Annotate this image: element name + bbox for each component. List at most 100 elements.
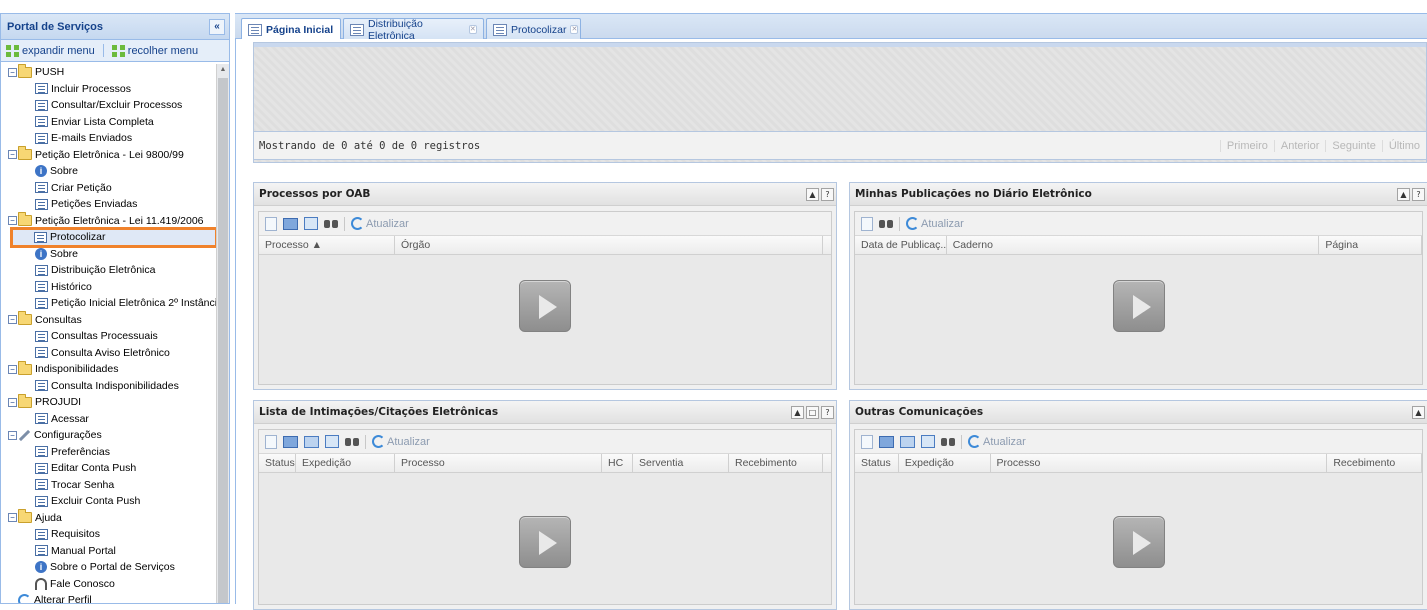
menu-item[interactable]: Petições Enviadas [1, 196, 216, 213]
notes-icon[interactable] [921, 435, 935, 448]
collapse-toggle-icon[interactable]: − [8, 67, 17, 77]
binoculars-icon[interactable] [879, 218, 893, 230]
pager-first-button[interactable]: Primeiro [1219, 139, 1274, 152]
menu-item[interactable]: Petição Inicial Eletrônica 2º Instância [1, 295, 216, 312]
scrollbar-thumb[interactable] [218, 78, 228, 603]
book-icon[interactable] [283, 435, 298, 448]
view-icon[interactable] [861, 216, 873, 231]
column-caderno[interactable]: Caderno [947, 236, 1320, 254]
view-icon[interactable] [265, 434, 277, 449]
mail-icon[interactable] [304, 435, 319, 448]
column-hc[interactable]: HC [602, 454, 633, 472]
menu-item[interactable]: Distribuição Eletrônica [1, 262, 216, 279]
column-data-publicacao[interactable]: Data de Publicaç... [855, 236, 947, 254]
menu-item[interactable]: Consulta Aviso Eletrônico [1, 345, 216, 362]
maximize-portlet-icon[interactable]: □ [806, 405, 819, 419]
column-processo[interactable]: Processo ▲ [259, 236, 395, 254]
menu-item[interactable]: i Sobre o Portal de Serviços [1, 559, 216, 576]
menu-item[interactable]: Manual Portal [1, 543, 216, 560]
column-serventia[interactable]: Serventia [633, 454, 729, 472]
expand-menu-button[interactable]: expandir menu [6, 44, 95, 57]
tab-protocolizar[interactable]: Protocolizar ✕ [486, 18, 581, 40]
menu-group[interactable]: − Indisponibilidades [1, 360, 216, 378]
play-icon[interactable] [519, 516, 571, 568]
menu-item[interactable]: Enviar Lista Completa [1, 114, 216, 131]
close-tab-icon[interactable]: ✕ [468, 25, 477, 34]
menu-group[interactable]: − Petição Eletrônica - Lei 9800/99 [1, 146, 216, 164]
column-status[interactable]: Status [855, 454, 899, 472]
column-recebimento[interactable]: Recebimento [729, 454, 823, 472]
menu-item[interactable]: Histórico [1, 279, 216, 296]
minimize-portlet-icon[interactable]: ▲ [791, 405, 804, 419]
tab-home[interactable]: Página Inicial [241, 18, 341, 41]
menu-item[interactable]: Preferências [1, 444, 216, 461]
menu-item[interactable]: Protocolizar [10, 227, 216, 248]
book-icon[interactable] [879, 435, 894, 448]
menu-item[interactable]: Consulta Indisponibilidades [1, 378, 216, 395]
menu-group[interactable]: − PROJUDI [1, 393, 216, 411]
pager-next-button[interactable]: Seguinte [1325, 139, 1381, 152]
binoculars-icon[interactable] [324, 218, 338, 230]
menu-item[interactable]: Editar Conta Push [1, 460, 216, 477]
column-processo[interactable]: Processo [991, 454, 1328, 472]
menu-group[interactable]: −Alterar Perfil [1, 592, 216, 603]
play-icon[interactable] [1112, 516, 1165, 568]
menu-group[interactable]: − PUSH [1, 64, 216, 81]
notes-icon[interactable] [325, 435, 339, 448]
menu-item[interactable]: Criar Petição [1, 180, 216, 197]
collapse-panel-button[interactable]: « [209, 18, 225, 35]
refresh-button[interactable]: Atualizar [351, 217, 409, 230]
column-status[interactable]: Status [259, 454, 296, 472]
menu-item[interactable]: Consultas Processuais [1, 328, 216, 345]
refresh-button[interactable]: Atualizar [968, 435, 1026, 448]
menu-item[interactable]: E-mails Enviados [1, 130, 216, 147]
pager-last-button[interactable]: Último [1381, 139, 1426, 152]
column-recebimento[interactable]: Recebimento [1327, 454, 1422, 472]
collapse-toggle-icon[interactable]: − [8, 364, 17, 374]
column-processo[interactable]: Processo [395, 454, 602, 472]
collapse-toggle-icon[interactable]: − [8, 216, 17, 226]
help-portlet-icon[interactable]: ? [1412, 187, 1425, 201]
column-expedicao[interactable]: Expedição [899, 454, 991, 472]
collapse-toggle-icon[interactable]: − [8, 150, 17, 160]
menu-group[interactable]: − Petição Eletrônica - Lei 11.419/2006 [1, 212, 216, 230]
menu-group[interactable]: − Ajuda [1, 509, 216, 527]
close-tab-icon[interactable]: ✕ [570, 25, 579, 34]
menu-item[interactable]: Excluir Conta Push [1, 493, 216, 510]
collapse-toggle-icon[interactable]: − [8, 397, 17, 407]
view-icon[interactable] [861, 434, 873, 449]
menu-item[interactable]: Fale Conosco [1, 576, 216, 593]
minimize-portlet-icon[interactable]: ▲ [806, 187, 819, 201]
collapse-toggle-icon[interactable]: − [8, 430, 17, 440]
minimize-portlet-icon[interactable]: ▲ [1397, 187, 1410, 201]
play-icon[interactable] [519, 280, 571, 332]
menu-group[interactable]: − Configurações [1, 427, 216, 444]
help-portlet-icon[interactable]: ? [821, 187, 834, 201]
menu-item[interactable]: i Sobre [1, 246, 216, 263]
refresh-button[interactable]: Atualizar [372, 435, 430, 448]
collapse-toggle-icon[interactable]: − [8, 315, 17, 325]
scroll-up-arrow-icon[interactable]: ▲ [217, 64, 229, 76]
play-icon[interactable] [1112, 280, 1165, 332]
view-icon[interactable] [265, 216, 277, 231]
menu-item[interactable]: Trocar Senha [1, 477, 216, 494]
pager-previous-button[interactable]: Anterior [1273, 139, 1326, 152]
menu-item[interactable]: Acessar [1, 411, 216, 428]
collapse-toggle-icon[interactable]: − [8, 513, 17, 523]
refresh-button[interactable]: Atualizar [906, 217, 964, 230]
column-pagina[interactable]: Página [1319, 236, 1422, 254]
notes-icon[interactable] [304, 217, 318, 230]
binoculars-icon[interactable] [345, 436, 359, 448]
binoculars-icon[interactable] [941, 436, 955, 448]
help-portlet-icon[interactable]: ? [821, 405, 834, 419]
menu-item[interactable]: i Sobre [1, 163, 216, 180]
collapse-menu-button[interactable]: recolher menu [111, 44, 198, 57]
menu-scrollbar[interactable]: ▲ [216, 64, 229, 603]
column-orgao[interactable]: Órgão [395, 236, 823, 254]
tab-distribuicao-eletronica[interactable]: Distribuição Eletrônica ✕ [343, 18, 484, 42]
book-icon[interactable] [283, 217, 298, 230]
menu-group[interactable]: − Consultas [1, 311, 216, 329]
mail-icon[interactable] [900, 435, 915, 448]
minimize-portlet-icon[interactable]: ▲ [1412, 405, 1425, 419]
column-expedicao[interactable]: Expedição [296, 454, 395, 472]
